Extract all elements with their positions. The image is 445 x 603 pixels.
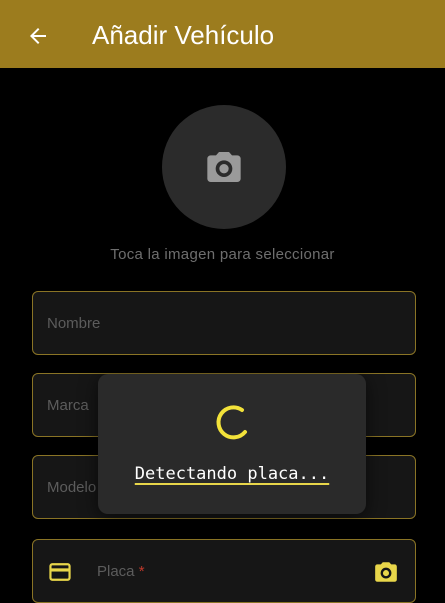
back-button[interactable] <box>22 20 54 52</box>
modelo-label: Modelo <box>47 478 97 496</box>
required-marker: * <box>138 563 145 580</box>
marca-label: Marca <box>47 396 89 414</box>
app-bar: Añadir Vehículo <box>0 0 445 68</box>
scan-plate-camera-icon[interactable] <box>373 559 399 585</box>
page-title: Añadir Vehículo <box>92 20 275 50</box>
nombre-label: Nombre <box>47 314 101 332</box>
placa-field[interactable]: Placa * <box>32 539 416 603</box>
loading-message: Detectando placa... <box>134 464 330 484</box>
nombre-field[interactable]: Nombre <box>32 291 416 355</box>
camera-icon <box>207 152 241 182</box>
arrow-left-icon <box>30 28 46 44</box>
vehicle-photo-picker[interactable] <box>162 105 286 229</box>
photo-hint: Toca la imagen para seleccionar <box>110 246 335 263</box>
loading-spinner <box>216 405 247 440</box>
credit-card-icon <box>49 563 71 581</box>
loading-dialog: Detectando placa... <box>98 374 366 514</box>
placa-label: Placa * <box>97 563 145 580</box>
